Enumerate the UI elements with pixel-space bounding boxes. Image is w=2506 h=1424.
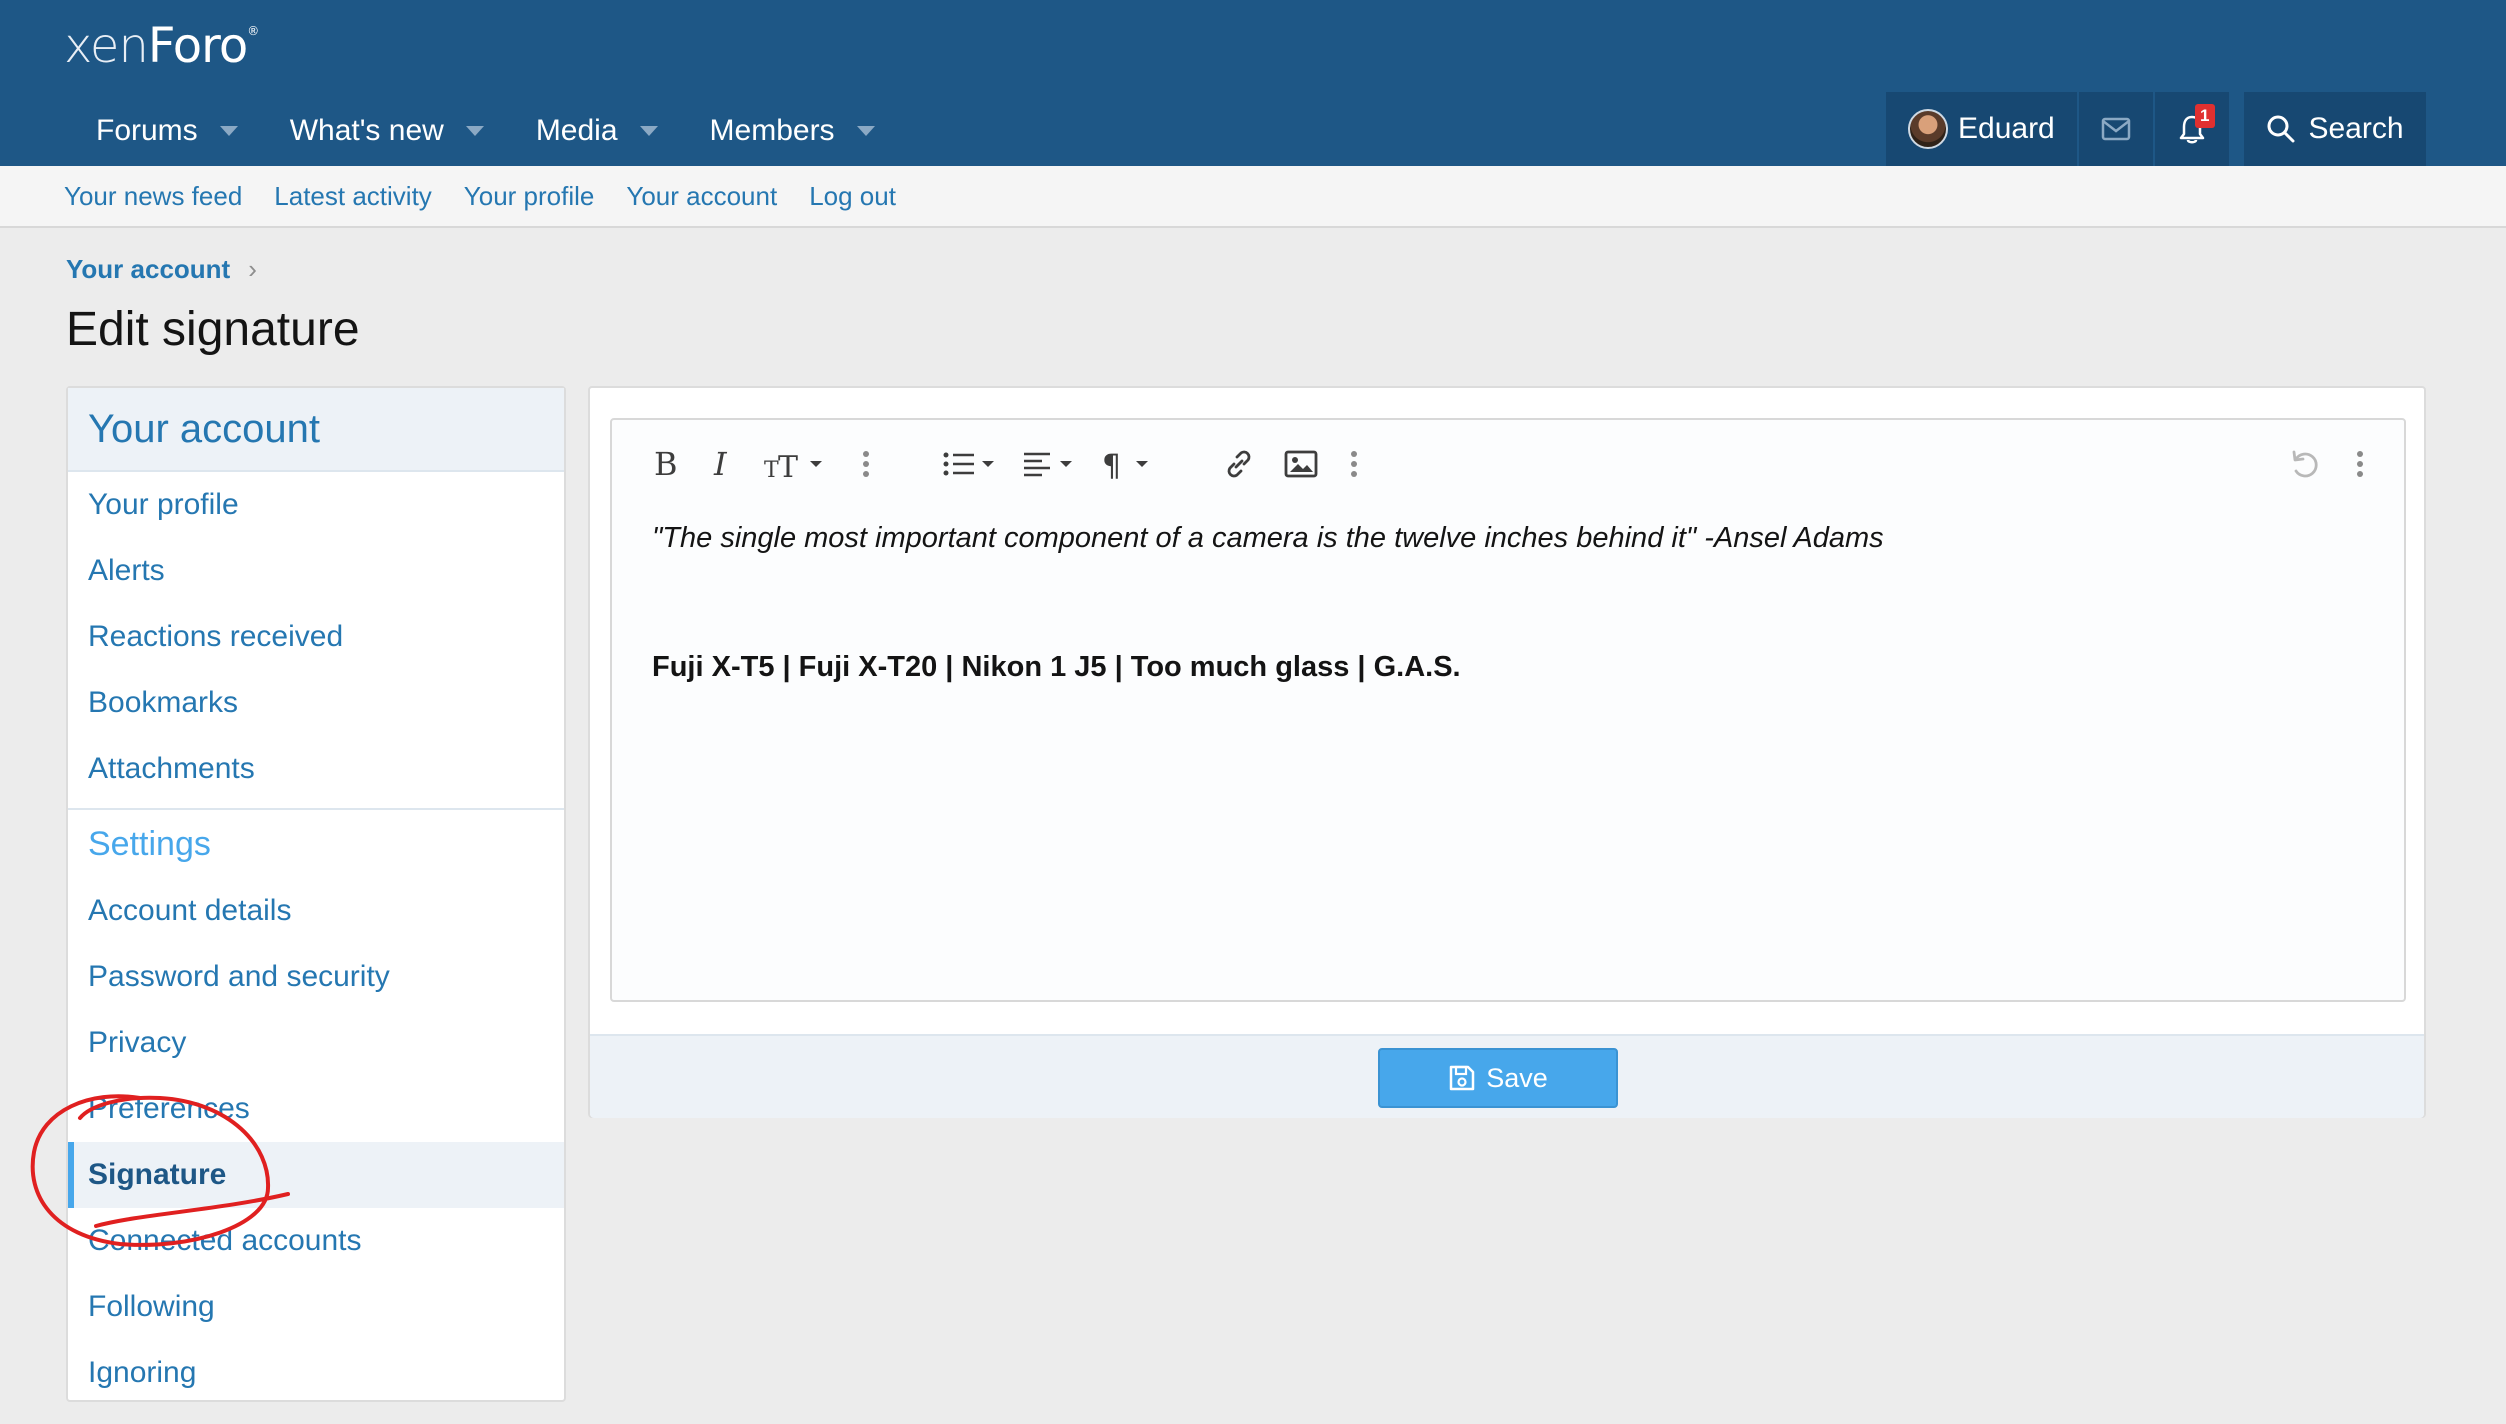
sidebar-item-reactions-received[interactable]: Reactions received [68, 604, 564, 670]
account-menu-button[interactable]: Eduard [1886, 92, 2079, 166]
inbox-button[interactable] [2079, 92, 2155, 166]
nav-tab-label: Media [535, 114, 618, 147]
logo-trademark: ® [247, 24, 259, 38]
bold-icon: B [654, 447, 678, 481]
sub-nav: Your news feed Latest activity Your prof… [0, 166, 2506, 228]
chevron-down-icon[interactable] [219, 126, 238, 136]
nav-tab-label: What's new [289, 114, 444, 147]
chevron-down-icon[interactable] [465, 126, 484, 136]
subnav-your-profile[interactable]: Your profile [464, 181, 595, 212]
envelope-icon [2101, 117, 2130, 141]
sidebar-item-signature[interactable]: Signature [68, 1142, 564, 1208]
more-text-options-button[interactable] [862, 444, 870, 484]
sidebar-item-password-security[interactable]: Password and security [68, 944, 564, 1010]
insert-link-button[interactable] [1222, 444, 1256, 484]
sidebar-settings-heading: Settings [68, 808, 564, 878]
nav-tab-whats-new[interactable]: What's new [264, 96, 510, 166]
nav-tab-members[interactable]: Members [684, 96, 901, 166]
save-button[interactable]: Save [1378, 1048, 1618, 1108]
alerts-badge: 1 [2194, 104, 2215, 128]
list-button[interactable] [942, 444, 998, 484]
editor-toolbar: B I T T ¶ [612, 420, 2404, 506]
site-logo[interactable]: xenForo® [64, 18, 259, 74]
save-label: Save [1486, 1062, 1548, 1093]
avatar [1908, 109, 1948, 149]
sidebar-item-connected-accounts[interactable]: Connected accounts [68, 1208, 564, 1274]
undo-icon [2292, 450, 2318, 478]
sidebar-item-preferences[interactable]: Preferences [68, 1076, 564, 1142]
account-sidebar: Your account Your profile Alerts Reactio… [66, 386, 566, 1402]
sidebar-item-your-profile[interactable]: Your profile [68, 472, 564, 538]
alerts-button[interactable]: 1 [2155, 92, 2229, 166]
align-button[interactable] [1022, 444, 1078, 484]
list-icon [943, 452, 994, 476]
username: Eduard [1958, 112, 2055, 145]
chevron-down-icon[interactable] [856, 126, 875, 136]
sidebar-item-account-details[interactable]: Account details [68, 878, 564, 944]
subnav-your-account[interactable]: Your account [626, 181, 777, 212]
logo-text-part1: xen [64, 18, 149, 74]
more-vertical-icon [863, 451, 869, 477]
svg-text:T: T [778, 450, 798, 481]
italic-button[interactable]: I [712, 444, 736, 484]
search-button[interactable]: Search [2244, 92, 2426, 166]
sidebar-item-bookmarks[interactable]: Bookmarks [68, 670, 564, 736]
svg-text:T: T [764, 458, 779, 481]
more-insert-options-button[interactable] [1350, 444, 1358, 484]
italic-icon: I [713, 447, 728, 481]
svg-text:B: B [654, 447, 678, 481]
chevron-right-icon: › [248, 254, 257, 284]
editor-content[interactable]: "The single most important component of … [652, 522, 2364, 684]
signature-gear-list: Fuji X-T5 | Fuji X-T20 | Nikon 1 J5 | To… [652, 651, 1461, 683]
breadcrumb[interactable]: Your account › [66, 254, 257, 285]
form-submit-row: Save [590, 1034, 2424, 1118]
sidebar-item-privacy[interactable]: Privacy [68, 1010, 564, 1076]
subnav-news-feed[interactable]: Your news feed [64, 181, 242, 212]
signature-editor[interactable]: B I T T ¶ "The single most important com… [610, 418, 2406, 1002]
nav-tab-label: Members [709, 114, 835, 147]
link-icon [1227, 450, 1251, 478]
align-left-icon [1024, 452, 1072, 477]
nav-tab-forums[interactable]: Forums [70, 96, 264, 166]
sidebar-item-alerts[interactable]: Alerts [68, 538, 564, 604]
more-vertical-icon [1351, 451, 1357, 477]
logo-text-part2: Foro [147, 18, 248, 74]
font-size-icon: T T [764, 450, 822, 481]
image-icon [1284, 450, 1318, 478]
site-header: xenForo® Forums What's new Media Members… [0, 0, 2506, 166]
bold-button[interactable]: B [652, 444, 680, 484]
search-label: Search [2308, 112, 2404, 145]
breadcrumb-link[interactable]: Your account [66, 254, 230, 285]
svg-text:¶: ¶ [1102, 449, 1121, 480]
signature-form: B I T T ¶ "The single most important com… [588, 386, 2426, 1118]
subnav-latest-activity[interactable]: Latest activity [274, 181, 432, 212]
main-nav: Forums What's new Media Members [70, 96, 901, 166]
chevron-down-icon[interactable] [639, 126, 658, 136]
paragraph-icon: ¶ [1102, 449, 1148, 480]
search-icon [2267, 115, 2295, 143]
page-title: Edit signature [66, 303, 360, 356]
sidebar-item-attachments[interactable]: Attachments [68, 736, 564, 802]
undo-button[interactable] [2288, 444, 2322, 484]
font-size-button[interactable]: T T [764, 444, 826, 484]
svg-text:I: I [713, 447, 728, 481]
more-options-button[interactable] [2356, 444, 2364, 484]
sidebar-item-ignoring[interactable]: Ignoring [68, 1340, 564, 1406]
sidebar-item-following[interactable]: Following [68, 1274, 564, 1340]
more-vertical-icon [2357, 451, 2363, 477]
sidebar-heading: Your account [68, 388, 564, 472]
save-icon [1449, 1065, 1475, 1091]
signature-quote: "The single most important component of … [652, 522, 1884, 554]
insert-image-button[interactable] [1284, 444, 1318, 484]
paragraph-format-button[interactable]: ¶ [1102, 444, 1158, 484]
subnav-log-out[interactable]: Log out [809, 181, 896, 212]
nav-tab-media[interactable]: Media [510, 96, 684, 166]
user-area: Eduard 1 [1886, 92, 2229, 166]
nav-tab-label: Forums [96, 114, 198, 147]
